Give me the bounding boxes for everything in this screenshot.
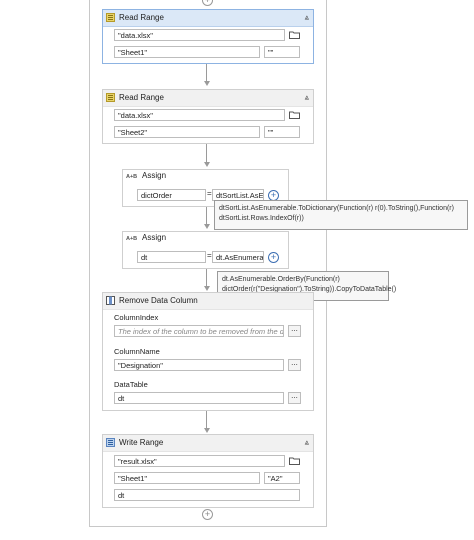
equals-sign: = bbox=[207, 189, 212, 198]
remove-column-icon bbox=[106, 296, 115, 305]
sheet-name-input[interactable]: "Sheet1" bbox=[114, 46, 260, 58]
connector-arrow bbox=[204, 81, 210, 86]
datatable-input[interactable]: dt bbox=[114, 489, 300, 501]
excel-read-icon bbox=[106, 13, 115, 22]
activity-header[interactable]: A+B Assign bbox=[123, 170, 288, 183]
expression-tooltip: dtSortList.AsEnumerable.ToDictionary(Fun… bbox=[214, 200, 468, 230]
collapse-icon[interactable]: ⩓ bbox=[304, 93, 309, 103]
browse-button[interactable]: ... bbox=[288, 392, 301, 404]
activity-title: Remove Data Column bbox=[119, 296, 198, 305]
folder-browse-icon[interactable] bbox=[289, 31, 300, 39]
activity-title: Read Range bbox=[119, 13, 164, 22]
read-range-activity-2[interactable]: Read Range ⩓ "data.xlsx" "Sheet2" "" bbox=[102, 89, 314, 144]
workbook-path-input[interactable]: "data.xlsx" bbox=[114, 109, 285, 121]
datatable-input[interactable]: dt bbox=[114, 392, 284, 404]
column-index-input[interactable]: The index of the column to be removed fr… bbox=[114, 325, 284, 337]
assign-to-input[interactable]: dt bbox=[137, 251, 206, 263]
excel-write-icon bbox=[106, 438, 115, 447]
assign-icon: A+B bbox=[126, 174, 138, 180]
browse-button[interactable]: ... bbox=[288, 359, 301, 371]
connector-arrow bbox=[204, 162, 210, 167]
assign-activity-2[interactable]: A+B Assign dt = dt.AsEnumerabl + bbox=[122, 231, 289, 269]
assign-to-input[interactable]: dictOrder bbox=[137, 189, 206, 201]
activity-header[interactable]: Read Range ⩓ bbox=[103, 90, 313, 107]
folder-browse-icon[interactable] bbox=[289, 111, 300, 119]
activity-title: Write Range bbox=[119, 438, 164, 447]
connector-line bbox=[206, 411, 207, 428]
equals-sign: = bbox=[207, 251, 212, 260]
excel-read-icon bbox=[106, 93, 115, 102]
connector-line bbox=[206, 269, 207, 286]
activity-title: Assign bbox=[142, 233, 167, 242]
activity-header[interactable]: Write Range ⩓ bbox=[103, 435, 313, 452]
activity-header[interactable]: Remove Data Column bbox=[103, 293, 313, 310]
connector-arrow bbox=[204, 286, 210, 291]
write-range-activity[interactable]: Write Range ⩓ "result.xlsx" "Sheet1" "A2… bbox=[102, 434, 314, 508]
connector-line bbox=[206, 144, 207, 162]
sheet-name-input[interactable]: "Sheet1" bbox=[114, 472, 260, 484]
connector-line bbox=[206, 207, 207, 224]
range-input[interactable]: "" bbox=[264, 126, 300, 138]
connector-arrow bbox=[204, 428, 210, 433]
column-name-label: ColumnName bbox=[114, 347, 160, 356]
activity-header[interactable]: A+B Assign bbox=[123, 232, 288, 245]
collapse-icon[interactable]: ⩓ bbox=[304, 438, 309, 448]
activity-title: Assign bbox=[142, 171, 167, 180]
activity-header[interactable]: Read Range ⩓ bbox=[103, 10, 313, 27]
column-index-label: ColumnIndex bbox=[114, 313, 159, 322]
read-range-activity-1[interactable]: Read Range ⩓ "data.xlsx" "Sheet1" "" bbox=[102, 9, 314, 64]
connector-arrow bbox=[204, 224, 210, 229]
connector-line bbox=[206, 64, 207, 81]
add-assignment-icon[interactable]: + bbox=[268, 252, 279, 263]
sheet-name-input[interactable]: "Sheet2" bbox=[114, 126, 260, 138]
activity-title: Read Range bbox=[119, 93, 164, 102]
browse-button[interactable]: ... bbox=[288, 325, 301, 337]
assign-icon: A+B bbox=[126, 236, 138, 242]
datatable-label: DataTable bbox=[114, 380, 148, 389]
range-input[interactable]: "" bbox=[264, 46, 300, 58]
assign-value-input[interactable]: dt.AsEnumerabl bbox=[212, 251, 264, 263]
add-activity-bottom-icon[interactable]: + bbox=[202, 509, 213, 520]
workbook-path-input[interactable]: "result.xlsx" bbox=[114, 455, 285, 467]
collapse-icon[interactable]: ⩓ bbox=[304, 13, 309, 23]
column-name-input[interactable]: "Designation" bbox=[114, 359, 284, 371]
remove-data-column-activity[interactable]: Remove Data Column ColumnIndex The index… bbox=[102, 292, 314, 411]
start-cell-input[interactable]: "A2" bbox=[264, 472, 300, 484]
workbook-path-input[interactable]: "data.xlsx" bbox=[114, 29, 285, 41]
folder-browse-icon[interactable] bbox=[289, 457, 300, 465]
